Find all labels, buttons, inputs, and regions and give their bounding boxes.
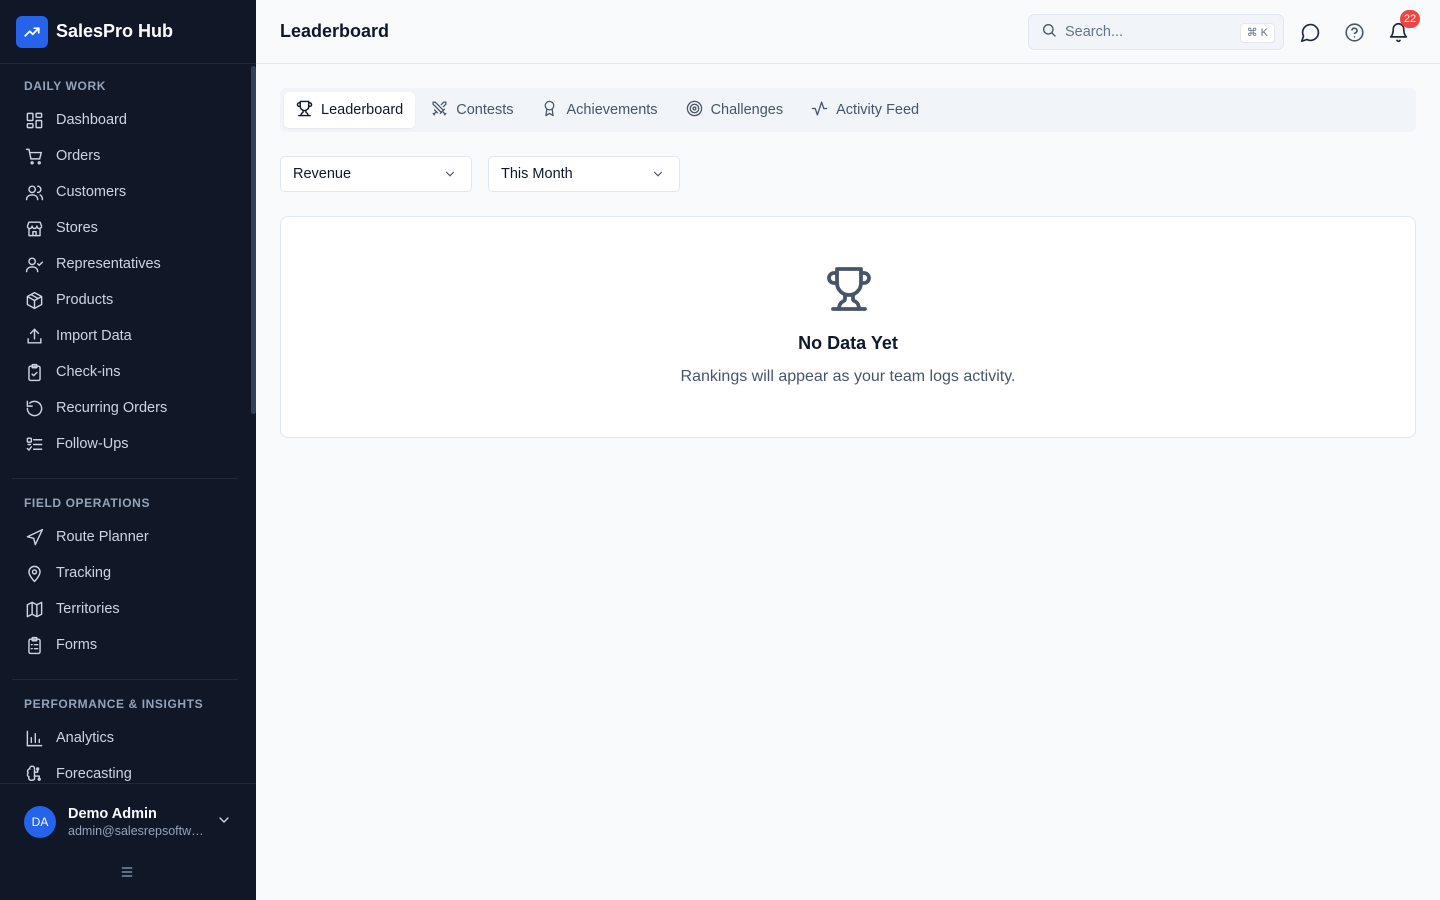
trophy-icon xyxy=(296,100,313,121)
tab-label: Activity Feed xyxy=(836,102,920,118)
sidebar-item-label: Products xyxy=(56,292,114,308)
tab-label: Achievements xyxy=(566,102,658,118)
search-box[interactable]: ⌘ K xyxy=(1028,14,1284,50)
bar-chart-icon xyxy=(24,728,44,748)
target-icon xyxy=(686,100,703,121)
metric-select[interactable]: Revenue xyxy=(280,156,472,192)
help-icon[interactable] xyxy=(1342,20,1366,44)
sidebar-item-label: Stores xyxy=(56,220,98,236)
page-title: Leaderboard xyxy=(280,21,390,41)
section-title-field-operations: FIELD OPERATIONS xyxy=(24,496,151,510)
search-input[interactable] xyxy=(1065,24,1235,40)
list-check-icon xyxy=(24,434,44,454)
leaderboard-empty-card: No Data Yet Rankings will appear as your… xyxy=(280,216,1416,438)
sidebar-item-tracking[interactable]: Tracking xyxy=(0,555,256,591)
swords-icon xyxy=(431,100,448,121)
upload-icon xyxy=(24,326,44,346)
map-icon xyxy=(24,599,44,619)
metric-select-value: Revenue xyxy=(293,166,352,182)
navigation-icon xyxy=(24,527,44,547)
section-title-performance: PERFORMANCE & INSIGHTS xyxy=(24,697,204,711)
tab-activity-feed[interactable]: Activity Feed xyxy=(799,92,931,128)
brain-icon xyxy=(24,764,44,783)
search-shortcut: ⌘ K xyxy=(1239,23,1275,43)
chevron-down-icon xyxy=(443,167,457,185)
sidebar-item-label: Import Data xyxy=(56,328,132,344)
sidebar-item-analytics[interactable]: Analytics xyxy=(0,720,256,756)
top-header: Leaderboard ⌘ K 22 xyxy=(256,0,1440,64)
activity-icon xyxy=(811,100,828,121)
tab-contests[interactable]: Contests xyxy=(419,92,525,128)
avatar: DA xyxy=(24,806,56,838)
chevron-down-icon xyxy=(651,167,665,185)
refresh-icon xyxy=(24,398,44,418)
sidebar-item-follow-ups[interactable]: Follow-Ups xyxy=(0,426,256,462)
sidebar-item-label: Territories xyxy=(56,601,120,617)
sidebar-item-import-data[interactable]: Import Data xyxy=(0,318,256,354)
tab-challenges[interactable]: Challenges xyxy=(674,92,796,128)
empty-state-text: Rankings will appear as your team logs a… xyxy=(680,368,1016,385)
sidebar-item-label: Check-ins xyxy=(56,364,121,380)
map-pin-icon xyxy=(24,563,44,583)
clipboard-list-icon xyxy=(24,635,44,655)
sidebar-item-label: Orders xyxy=(56,148,101,164)
sidebar-item-label: Forms xyxy=(56,637,98,653)
users-icon xyxy=(24,182,44,202)
sidebar-nav[interactable]: DAILY WORK Dashboard Orders Customers St… xyxy=(0,64,256,783)
clipboard-check-icon xyxy=(24,362,44,382)
cart-icon xyxy=(24,146,44,166)
sidebar-scrollbar[interactable] xyxy=(251,66,256,414)
sidebar-item-label: Analytics xyxy=(56,730,115,746)
sidebar-item-territories[interactable]: Territories xyxy=(0,591,256,627)
brand[interactable]: SalesPro Hub xyxy=(0,0,256,64)
dashboard-icon xyxy=(24,110,44,130)
trending-up-icon xyxy=(16,15,48,48)
sidebar-collapse-menu-icon[interactable] xyxy=(118,864,136,885)
sidebar-item-recurring-orders[interactable]: Recurring Orders xyxy=(0,390,256,426)
app-name: SalesPro Hub xyxy=(56,21,174,41)
sidebar-item-forms[interactable]: Forms xyxy=(0,627,256,663)
tab-label: Leaderboard xyxy=(321,102,404,118)
sidebar-item-label: Follow-Ups xyxy=(56,436,129,452)
sidebar-item-forecasting[interactable]: Forecasting xyxy=(0,756,256,783)
sidebar-item-customers[interactable]: Customers xyxy=(0,174,256,210)
section-title-daily-work: DAILY WORK xyxy=(24,79,107,93)
sidebar-item-label: Customers xyxy=(56,184,127,200)
store-icon xyxy=(24,218,44,238)
tab-leaderboard[interactable]: Leaderboard xyxy=(284,92,416,128)
period-select[interactable]: This Month xyxy=(488,156,680,192)
chevron-down-icon[interactable] xyxy=(216,812,232,833)
sidebar-item-check-ins[interactable]: Check-ins xyxy=(0,354,256,390)
sidebar-item-route-planner[interactable]: Route Planner xyxy=(0,519,256,555)
tab-bar: Leaderboard Contests Achievements Challe… xyxy=(280,88,1416,132)
tab-label: Challenges xyxy=(710,102,784,118)
sidebar: SalesPro Hub DAILY WORK Dashboard Orders… xyxy=(0,0,256,900)
sidebar-item-label: Recurring Orders xyxy=(56,400,168,416)
sidebar-item-label: Dashboard xyxy=(56,112,127,128)
user-menu[interactable]: DA Demo Admin admin@salesrepsoftware.com xyxy=(0,783,256,900)
sidebar-item-dashboard[interactable]: Dashboard xyxy=(0,102,256,138)
sidebar-item-products[interactable]: Products xyxy=(0,282,256,318)
user-name: Demo Admin xyxy=(68,806,157,822)
period-select-value: This Month xyxy=(501,166,573,182)
empty-state-title: No Data Yet xyxy=(798,333,898,353)
award-icon xyxy=(541,100,558,121)
sidebar-item-label: Tracking xyxy=(56,565,112,581)
message-icon[interactable] xyxy=(1298,20,1322,44)
tab-label: Contests xyxy=(456,102,514,118)
notification-badge: 22 xyxy=(1400,10,1420,28)
package-icon xyxy=(24,290,44,310)
user-check-icon xyxy=(24,254,44,274)
sidebar-item-label: Forecasting xyxy=(56,766,132,782)
search-icon xyxy=(1041,22,1057,43)
sidebar-item-stores[interactable]: Stores xyxy=(0,210,256,246)
trophy-icon xyxy=(825,265,873,318)
tab-achievements[interactable]: Achievements xyxy=(529,92,669,128)
sidebar-item-representatives[interactable]: Representatives xyxy=(0,246,256,282)
sidebar-item-label: Representatives xyxy=(56,256,161,272)
sidebar-item-orders[interactable]: Orders xyxy=(0,138,256,174)
sidebar-item-label: Route Planner xyxy=(56,529,149,545)
user-email: admin@salesrepsoftware.com xyxy=(68,824,206,838)
